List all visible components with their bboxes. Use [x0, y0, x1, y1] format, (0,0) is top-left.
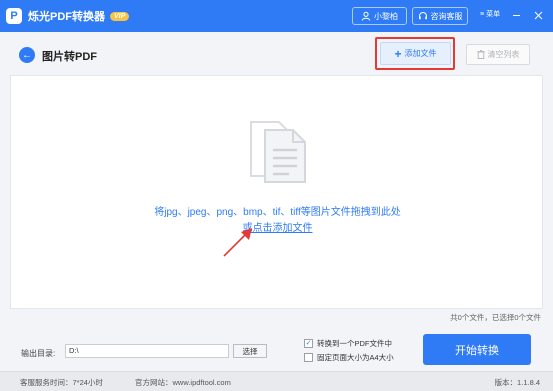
output-dir-input[interactable]: D:\	[65, 344, 229, 358]
clear-list-button[interactable]: 清空列表	[466, 44, 530, 65]
user-name: 小黎柏	[374, 11, 398, 21]
back-button[interactable]: ←	[19, 47, 35, 63]
output-dir-label: 输出目录:	[21, 349, 56, 358]
drop-hint-text: 将jpg、jpeg、png、bmp、tif、tiff等图片文件拖拽到此处	[154, 207, 401, 218]
add-file-button[interactable]: + 添加文件	[380, 42, 451, 65]
a4-option-label: 固定页面大小为A4大小	[317, 353, 394, 362]
user-account-button[interactable]: 小黎柏	[352, 7, 407, 25]
clear-list-label: 清空列表	[487, 50, 520, 59]
documents-icon	[250, 121, 306, 183]
close-button[interactable]	[531, 8, 545, 22]
a4-option[interactable]: 固定页面大小为A4大小	[304, 352, 394, 363]
arrow-annotation	[223, 228, 252, 257]
start-convert-button[interactable]: 开始转换	[423, 334, 531, 365]
page-title: 图片转PDF	[42, 51, 97, 63]
title-bar: P 烁光PDF转换器 VIP 小黎柏 咨询客服 ≡ 菜单	[0, 0, 553, 32]
arrow-left-icon: ←	[22, 49, 32, 61]
merge-option[interactable]: ✓ 转换到一个PDF文件中	[304, 338, 392, 349]
merge-checkbox[interactable]: ✓	[304, 339, 313, 348]
menu-label: 菜单	[486, 11, 501, 18]
trash-icon	[476, 50, 485, 59]
app-title: 烁光PDF转换器	[28, 11, 105, 23]
vip-badge[interactable]: VIP	[110, 11, 130, 21]
minimize-button[interactable]	[509, 8, 523, 22]
status-bar: 客服服务时间：7*24小时 官方网站：www.ipdftool.com 版本：1…	[0, 371, 553, 391]
service-hours: 客服服务时间：7*24小时	[20, 378, 103, 387]
plus-icon: +	[394, 46, 402, 61]
file-count: 共0个文件，已选择0个文件	[450, 313, 541, 322]
app-logo: P	[6, 8, 22, 24]
menu-button[interactable]: ≡ 菜单	[480, 9, 500, 19]
add-file-link-row: 或点击添加文件	[11, 219, 544, 234]
a4-checkbox[interactable]	[304, 353, 313, 362]
minimize-icon	[512, 14, 520, 16]
hamburger-icon: ≡	[480, 10, 485, 18]
close-icon	[534, 11, 542, 19]
service-label: 咨询客服	[430, 11, 463, 21]
version-label: 版本：1.1.8.4	[494, 378, 540, 387]
add-file-link[interactable]: 添加文件	[273, 223, 313, 234]
headset-icon	[418, 12, 427, 20]
merge-option-label: 转换到一个PDF文件中	[317, 339, 392, 348]
add-file-label: 添加文件	[404, 49, 437, 58]
official-website[interactable]: 官方网站：www.ipdftool.com	[135, 377, 231, 388]
file-drop-zone[interactable]: 将jpg、jpeg、png、bmp、tif、tiff等图片文件拖拽到此处 或点击…	[10, 75, 543, 309]
user-icon	[361, 11, 371, 21]
customer-service-button[interactable]: 咨询客服	[412, 7, 468, 25]
select-dir-button[interactable]: 选择	[233, 344, 267, 358]
